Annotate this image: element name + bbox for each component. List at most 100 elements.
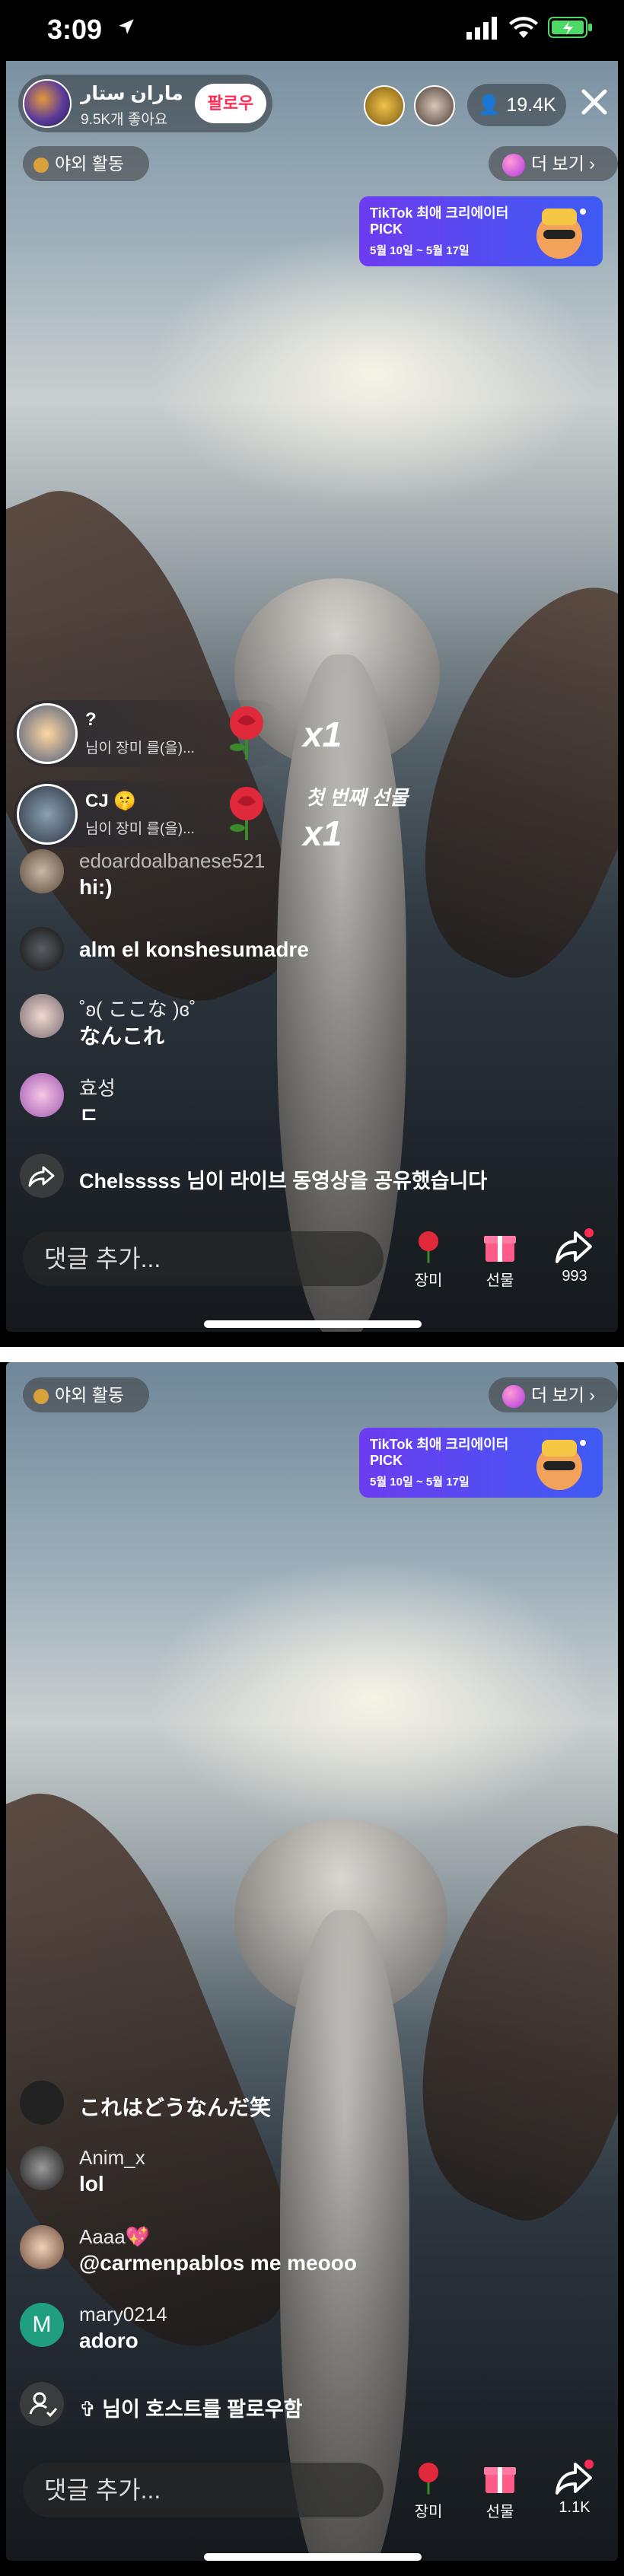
- mascot-icon: [536, 1440, 586, 1490]
- commenter-name: 효성: [79, 1077, 116, 1100]
- commenter-name: edoardoalbanese521: [79, 849, 266, 872]
- host-name: ماران ستار: [81, 83, 183, 104]
- follow-notice-text: ✞ 님이 호스트를 팔로우함: [79, 2398, 303, 2421]
- commenter-avatar[interactable]: [20, 994, 64, 1038]
- host-info[interactable]: ماران ستار 9.5K개 좋아요 팔로우: [18, 75, 272, 132]
- banner-dates: 5월 10일 ~ 5월 17일: [370, 244, 470, 257]
- banner-line1: TikTok 최애 크리에이터: [370, 1437, 509, 1452]
- share-button[interactable]: 1.1K: [548, 2458, 601, 2517]
- gifter-name: ?: [85, 709, 97, 730]
- more-label: 더 보기: [531, 1385, 584, 1405]
- rose-label: 장미: [414, 1272, 443, 1289]
- comment-text: これはどうなんだ笑: [79, 2096, 272, 2119]
- commenter-avatar[interactable]: [20, 849, 64, 893]
- share-count: 1.1K: [559, 2499, 591, 2516]
- host-likes: 9.5K개 좋아요: [81, 112, 168, 128]
- location-arrow-icon: [119, 19, 134, 34]
- battery-charging-icon: [548, 17, 592, 38]
- share-count: 993: [562, 1268, 587, 1285]
- category-tag[interactable]: 야외 활동: [23, 146, 149, 181]
- comment-text: なんこれ: [79, 1024, 165, 1048]
- category-tag[interactable]: 야외 활동: [23, 1377, 149, 1412]
- top-viewer-avatar[interactable]: [364, 85, 405, 126]
- commenter-avatar[interactable]: [20, 1073, 64, 1117]
- gift-count: x1: [303, 814, 342, 853]
- commenter-name: Anim_x: [79, 2146, 145, 2169]
- share-button[interactable]: 993: [548, 1227, 601, 1285]
- comment-input[interactable]: 댓글 추가...: [23, 2463, 384, 2517]
- gift-label: 선물: [486, 2504, 514, 2520]
- category-label: 야외 활동: [55, 1385, 125, 1405]
- rose-button[interactable]: 장미: [402, 2458, 455, 2521]
- banner-dates: 5월 10일 ~ 5월 17일: [370, 1476, 470, 1489]
- viewer-count[interactable]: 👤 19.4K: [467, 84, 566, 126]
- comment-text: adoro: [79, 2329, 138, 2352]
- rose-gift-icon: [230, 706, 263, 759]
- banner-line2: PICK: [370, 221, 403, 237]
- banner-line1: TikTok 최애 크리에이터: [370, 205, 509, 221]
- gift-box-icon: [484, 1236, 516, 1262]
- mascot-icon: [536, 209, 586, 259]
- follow-button[interactable]: 팔로우: [195, 84, 266, 123]
- home-indicator[interactable]: [204, 1320, 422, 1328]
- rose-gift-icon: [230, 787, 263, 840]
- live-screen-2: 야외 활동 더 보기 › TikTok 최애 크리에이터 PICK 5월 10일…: [0, 1362, 624, 2576]
- rose-icon: [418, 2462, 439, 2495]
- commenter-avatar[interactable]: M: [20, 2303, 64, 2347]
- home-indicator[interactable]: [204, 2553, 422, 2561]
- comment-text: alm el konshesumadre: [79, 938, 309, 961]
- comment-text: @carmenpablos me meooo: [79, 2251, 357, 2275]
- gifter-name: CJ 🤫: [85, 791, 137, 811]
- commenter-avatar[interactable]: [20, 2146, 64, 2190]
- rose-button[interactable]: 장미: [402, 1227, 455, 1290]
- gift-button[interactable]: 선물: [473, 1227, 527, 1290]
- commenter-avatar[interactable]: [20, 2081, 64, 2125]
- first-gift-note: 첫 번째 선물: [306, 786, 409, 809]
- gift-box-icon: [484, 2467, 516, 2493]
- comment-input[interactable]: 댓글 추가...: [23, 1231, 384, 1286]
- creator-pick-banner[interactable]: TikTok 최애 크리에이터 PICK 5월 10일 ~ 5월 17일: [359, 1428, 603, 1498]
- gift-button[interactable]: 선물: [473, 2458, 527, 2521]
- more-button[interactable]: 더 보기 ›: [489, 1377, 618, 1412]
- creator-pick-banner[interactable]: TikTok 최애 크리에이터 PICK 5월 10일 ~ 5월 17일: [359, 196, 603, 266]
- comment-text: ㄷ: [79, 1103, 99, 1127]
- host-avatar[interactable]: [23, 79, 72, 128]
- banner-line2: PICK: [370, 1453, 403, 1468]
- gift-count: x1: [303, 715, 342, 754]
- follow-user-icon: [20, 2382, 64, 2426]
- tag-icon: [33, 1388, 49, 1404]
- rose-label: 장미: [414, 2504, 443, 2520]
- commenter-name: mary0214: [79, 2303, 167, 2326]
- close-icon[interactable]: [575, 82, 614, 122]
- gift-description: 님이 장미 를(을)...: [85, 821, 195, 837]
- gifter-avatar[interactable]: [17, 703, 78, 764]
- live-video-background: [6, 1362, 618, 2561]
- commenter-avatar[interactable]: [20, 2225, 64, 2269]
- cellular-signal-icon: [466, 17, 497, 40]
- rose-icon: [418, 1231, 439, 1263]
- viewer-count-value: 19.4K: [506, 94, 556, 116]
- more-label: 더 보기: [531, 154, 584, 174]
- status-time: 3:09: [47, 14, 103, 45]
- gift-label: 선물: [486, 1272, 514, 1289]
- live-screen-1: 3:09 ماران ستار 9.5K개 좋아요 팔로우 👤 19.4K 야외…: [0, 0, 624, 1347]
- top-viewer-avatar[interactable]: [414, 85, 455, 126]
- commenter-name: Aaaa💖: [79, 2225, 151, 2248]
- category-label: 야외 활동: [55, 154, 125, 174]
- tag-icon: [33, 157, 49, 173]
- commenter-name: ˚ʚ( ここな )ɞ˚: [79, 998, 196, 1021]
- comment-text: hi:): [79, 875, 113, 899]
- planet-icon: [502, 1384, 525, 1408]
- gift-description: 님이 장미 를(을)...: [85, 740, 195, 756]
- planet-icon: [502, 153, 525, 177]
- wifi-icon: [509, 17, 538, 38]
- share-notice-text: Chelsssss 님이 라이브 동영상을 공유했습니다: [79, 1170, 488, 1192]
- share-arrow-icon: [556, 2460, 594, 2495]
- comment-text: lol: [79, 2172, 104, 2195]
- share-arrow-icon: [556, 1228, 594, 1263]
- gifter-avatar[interactable]: [17, 784, 78, 845]
- share-icon: [20, 1154, 64, 1198]
- person-icon: 👤: [477, 94, 501, 116]
- more-button[interactable]: 더 보기 ›: [489, 146, 618, 181]
- commenter-avatar[interactable]: [20, 927, 64, 971]
